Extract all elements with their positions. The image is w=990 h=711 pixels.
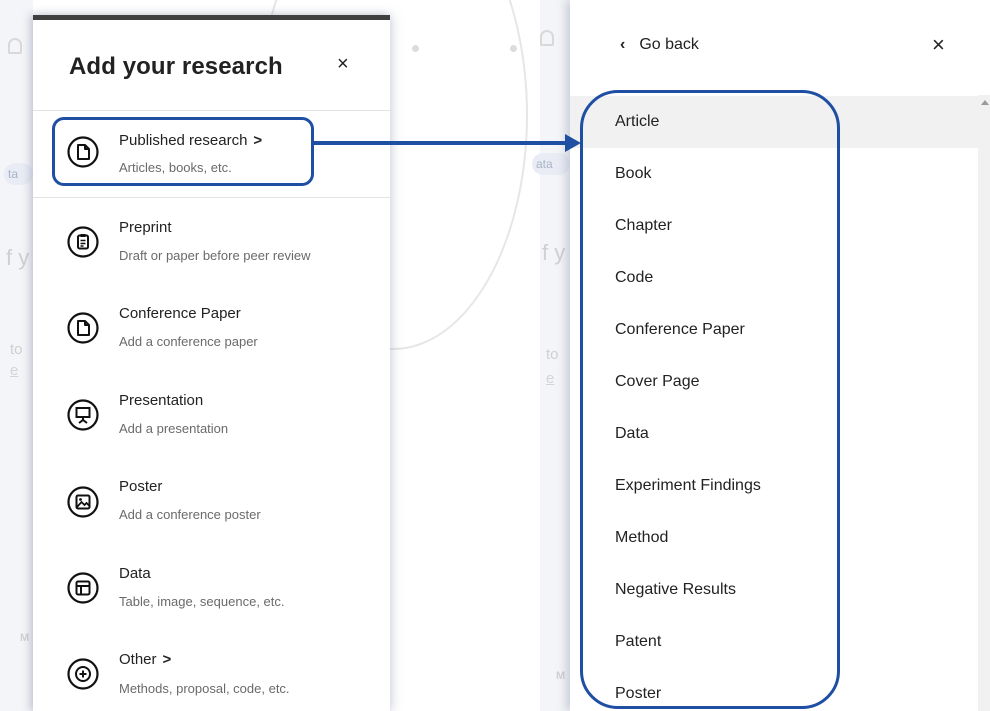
divider xyxy=(33,197,390,198)
close-icon[interactable]: × xyxy=(337,53,349,76)
bell-icon xyxy=(8,38,22,54)
chevron-right-icon: > xyxy=(162,651,172,668)
divider xyxy=(33,110,390,111)
background-text: M xyxy=(556,670,566,682)
item-title-text: Other xyxy=(119,651,157,668)
scroll-up-icon[interactable] xyxy=(981,100,989,105)
item-subtitle: Draft or paper before peer review xyxy=(119,248,311,263)
scrollbar[interactable] xyxy=(978,95,990,711)
presentation-icon xyxy=(67,399,99,431)
background-text: to xyxy=(10,341,23,358)
background-dot xyxy=(412,45,419,52)
background-chip: ata xyxy=(532,153,570,175)
item-title: Poster xyxy=(119,478,163,495)
panel-top-bar xyxy=(33,15,390,20)
item-title: Presentation xyxy=(119,392,204,409)
research-type-preprint[interactable]: Preprint Draft or paper before peer revi… xyxy=(33,207,390,287)
item-title: Data xyxy=(119,565,151,582)
item-subtitle: Add a conference poster xyxy=(119,507,261,522)
panel-title: Add your research xyxy=(69,53,283,80)
go-back-label: Go back xyxy=(639,36,699,53)
go-back-button[interactable]: ‹ Go back xyxy=(620,36,699,54)
arrow-head-icon xyxy=(565,134,581,152)
arrow-line xyxy=(314,141,568,145)
background-link: e xyxy=(10,362,19,379)
close-icon[interactable]: × xyxy=(932,32,945,58)
bell-icon xyxy=(540,30,554,46)
background-text: f y xyxy=(542,240,566,265)
item-subtitle: Add a presentation xyxy=(119,421,229,436)
research-type-conference-paper[interactable]: Conference Paper Add a conference paper xyxy=(33,295,390,375)
plus-circle-icon xyxy=(67,658,99,690)
background-text: M xyxy=(20,632,30,644)
research-type-poster[interactable]: Poster Add a conference poster xyxy=(33,471,390,551)
item-title: Preprint xyxy=(119,219,172,236)
background-text: f y xyxy=(6,245,30,270)
chevron-left-icon: ‹ xyxy=(620,36,626,53)
layout-icon xyxy=(67,572,99,604)
background-link: e xyxy=(546,370,555,387)
item-subtitle: Methods, proposal, code, etc. xyxy=(119,681,290,696)
item-subtitle: Table, image, sequence, etc. xyxy=(119,594,285,609)
highlight-box xyxy=(52,117,314,186)
research-type-presentation[interactable]: Presentation Add a presentation xyxy=(33,383,390,463)
research-type-data[interactable]: Data Table, image, sequence, etc. xyxy=(33,559,390,639)
background-chip: ta xyxy=(4,163,33,185)
research-type-other[interactable]: Other > Methods, proposal, code, etc. xyxy=(33,645,390,711)
item-title: Conference Paper xyxy=(119,305,241,322)
highlight-list xyxy=(580,90,840,709)
background-dot xyxy=(510,45,517,52)
clipboard-icon xyxy=(67,226,99,258)
item-title: Other > xyxy=(119,651,171,668)
document-icon xyxy=(67,312,99,344)
background-text: to xyxy=(546,346,559,363)
item-subtitle: Add a conference paper xyxy=(119,334,258,349)
image-icon xyxy=(67,486,99,518)
